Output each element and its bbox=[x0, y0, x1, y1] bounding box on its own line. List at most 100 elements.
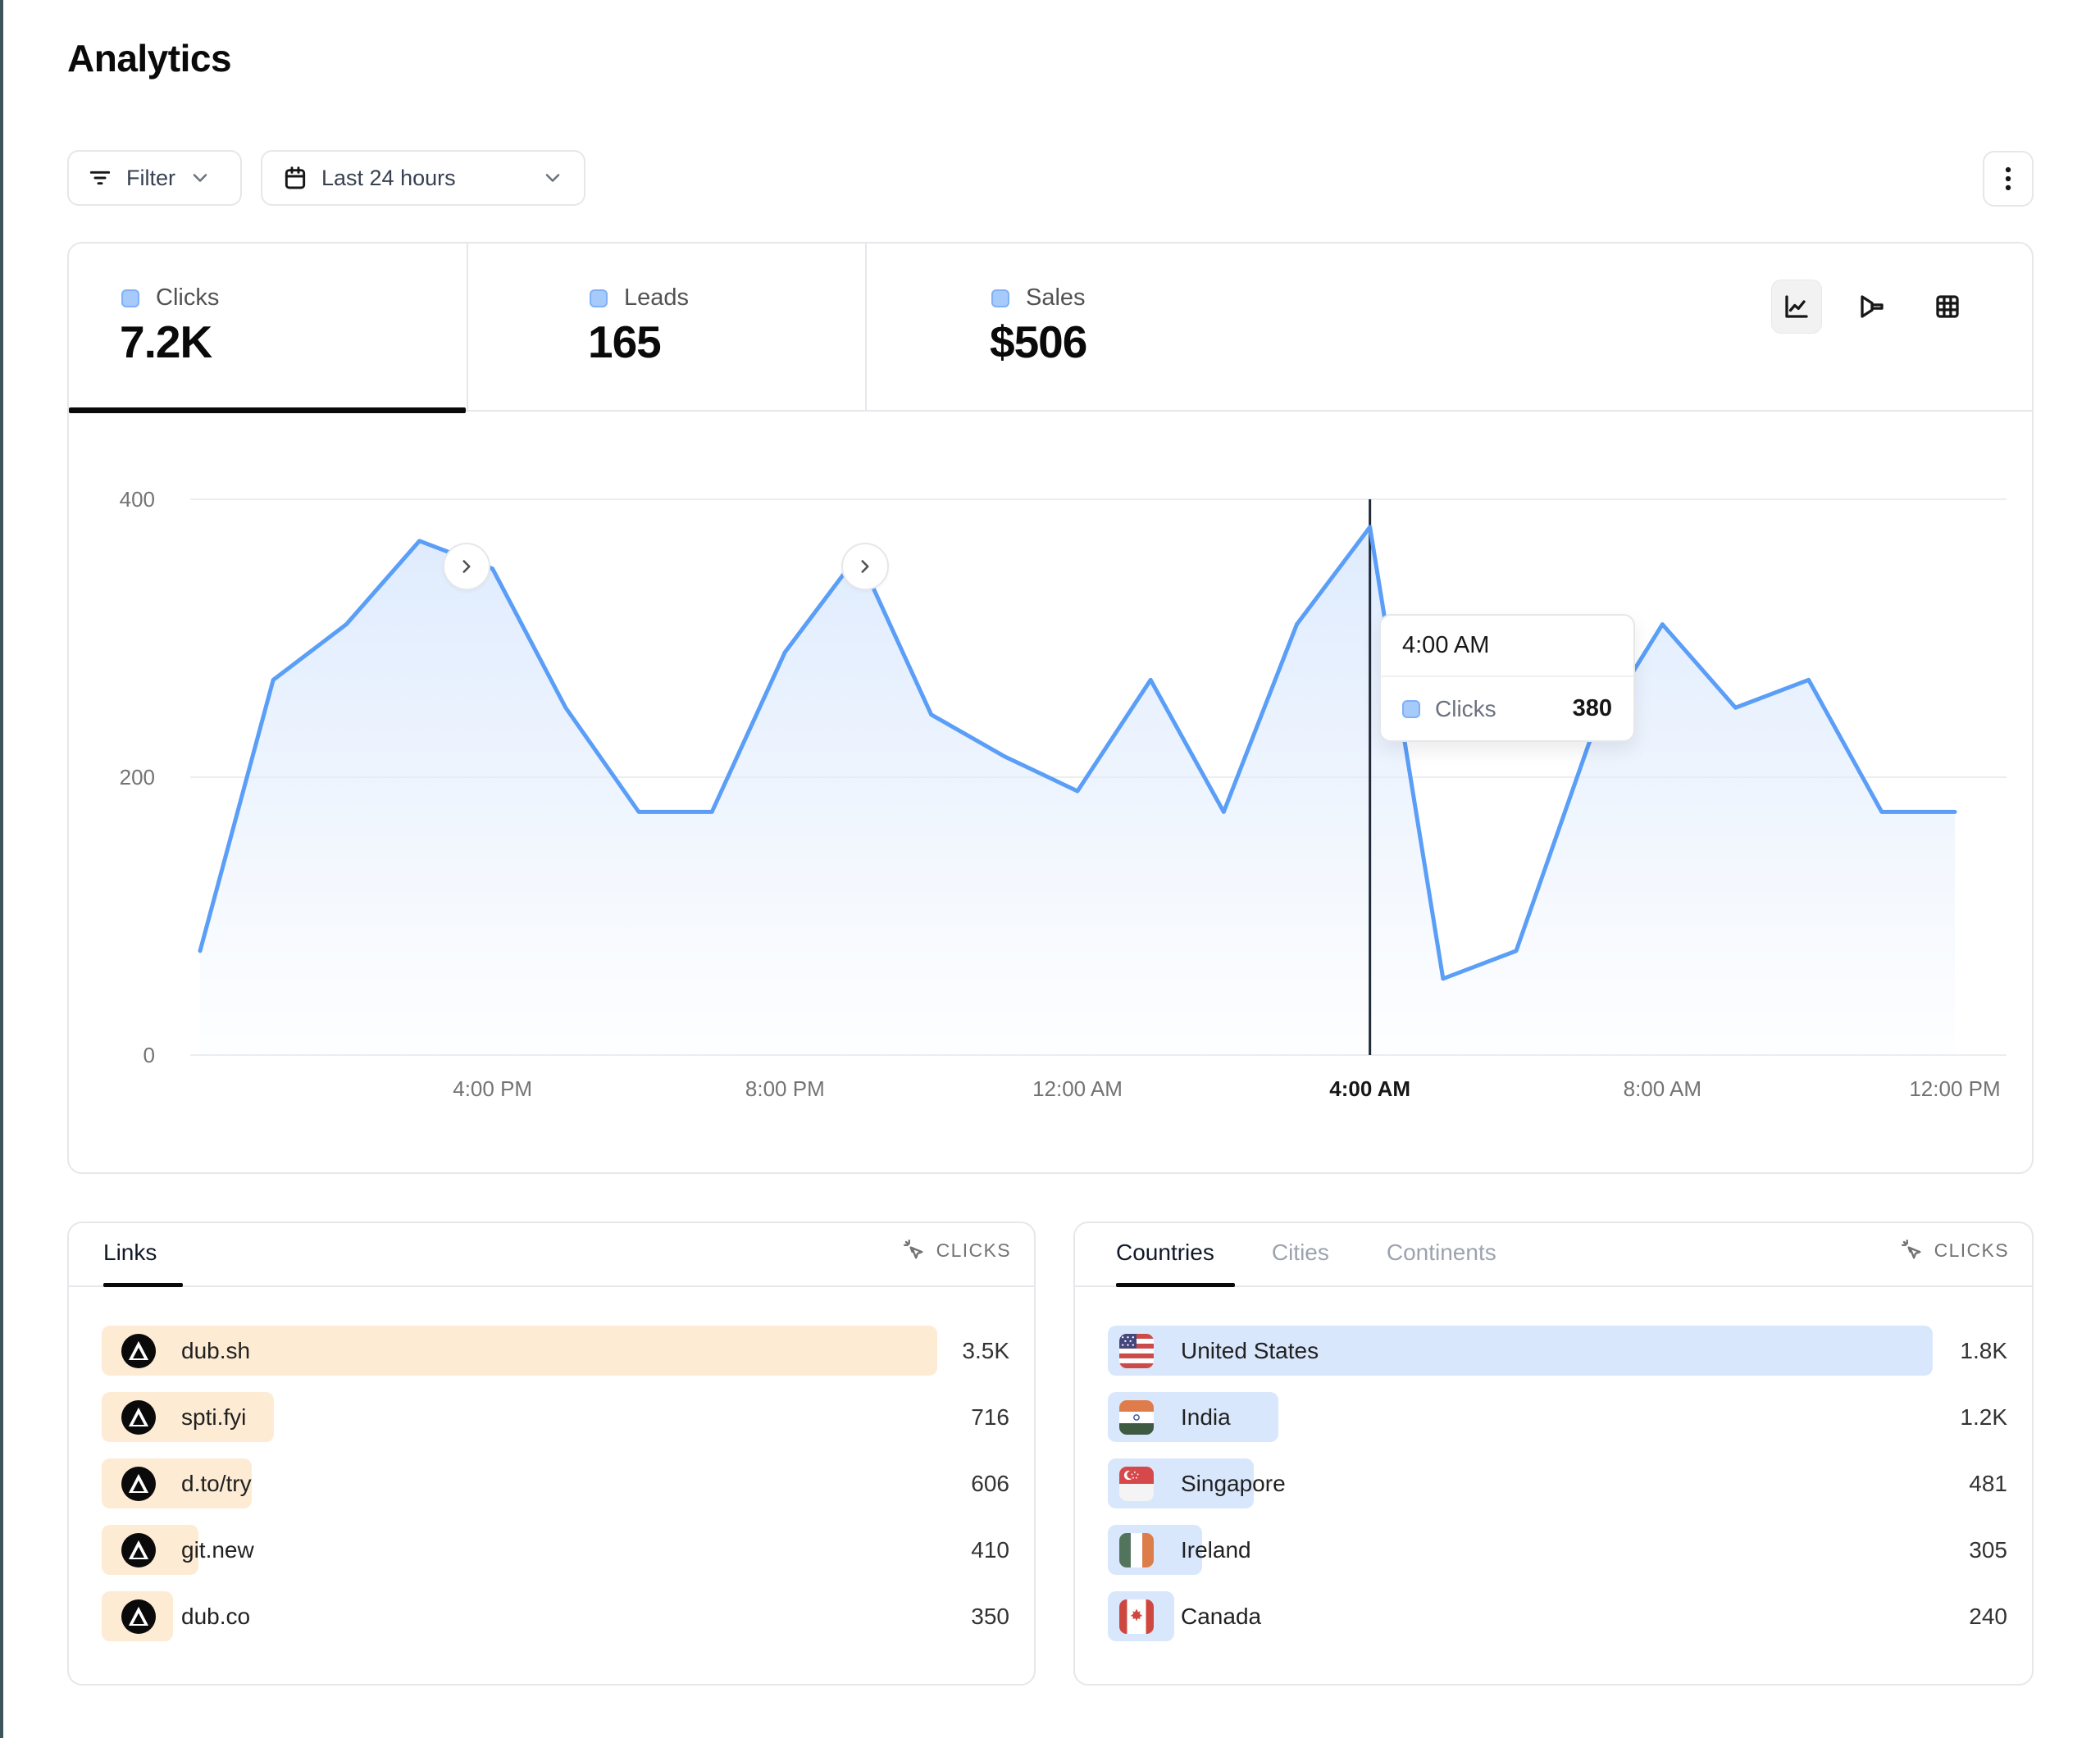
chevron-right-icon bbox=[854, 556, 876, 577]
leads-marker bbox=[590, 289, 608, 307]
tooltip-series-marker bbox=[1402, 700, 1420, 718]
row-value: 350 bbox=[971, 1604, 1009, 1630]
stat-tab-clicks[interactable]: Clicks 7.2K bbox=[69, 243, 466, 412]
row-value: 3.5K bbox=[962, 1338, 1009, 1364]
sales-marker bbox=[991, 289, 1009, 307]
list-item[interactable]: Canada 240 bbox=[1108, 1591, 2007, 1641]
list-item[interactable]: Ireland 305 bbox=[1108, 1525, 2007, 1575]
dub-logo-icon bbox=[121, 1334, 156, 1368]
row-value: 240 bbox=[1969, 1604, 2007, 1630]
y-axis-label: 400 bbox=[120, 487, 155, 512]
dub-logo-icon bbox=[121, 1400, 156, 1435]
table-mode-button[interactable] bbox=[1922, 280, 1973, 334]
countries-panel-header: Countries Cities Continents CLICKS bbox=[1075, 1223, 2032, 1287]
expand-clicks-button[interactable] bbox=[443, 543, 490, 590]
countries-panel: Countries Cities Continents CLICKS Unite… bbox=[1073, 1222, 2034, 1686]
more-options-button[interactable] bbox=[1983, 151, 2034, 207]
list-item[interactable]: git.new 410 bbox=[102, 1525, 1009, 1575]
cursor-click-icon bbox=[902, 1238, 927, 1263]
row-value: 606 bbox=[971, 1471, 1009, 1497]
row-value: 1.2K bbox=[1960, 1404, 2007, 1431]
chart-type-switcher bbox=[1771, 280, 1973, 334]
window-edge-strip bbox=[0, 0, 3, 1738]
tab-links[interactable]: Links bbox=[103, 1240, 157, 1266]
expand-leads-button[interactable] bbox=[841, 543, 889, 590]
analytics-card: Clicks 7.2K Leads 165 Sales $506 bbox=[67, 242, 2034, 1174]
links-panel: Links CLICKS dub.sh 3.5K spti.fyi716 d.to/t… bbox=[67, 1222, 1036, 1686]
stat-value: $506 bbox=[990, 316, 1086, 368]
y-axis-label: 0 bbox=[143, 1043, 155, 1067]
ca-flag-icon bbox=[1119, 1599, 1154, 1634]
countries-metric-toggle[interactable]: CLICKS bbox=[1900, 1238, 2009, 1263]
dub-logo-icon bbox=[121, 1467, 156, 1501]
links-panel-header: Links CLICKS bbox=[69, 1223, 1034, 1287]
dub-logo-icon bbox=[121, 1599, 156, 1634]
row-value: 716 bbox=[971, 1404, 1009, 1431]
x-axis-label: 4:00 PM bbox=[453, 1076, 532, 1101]
list-item[interactable]: d.to/try606 bbox=[102, 1458, 1009, 1508]
date-range-button[interactable]: Last 24 hours bbox=[261, 150, 585, 206]
links-metric-toggle[interactable]: CLICKS bbox=[902, 1238, 1011, 1263]
calendar-icon bbox=[282, 165, 308, 191]
tab-continents[interactable]: Continents bbox=[1387, 1240, 1496, 1266]
row-label: Canada bbox=[1181, 1604, 1261, 1630]
line-chart-icon bbox=[1782, 292, 1811, 321]
filter-button[interactable]: Filter bbox=[67, 150, 242, 206]
tab-cities[interactable]: Cities bbox=[1272, 1240, 1329, 1266]
chevron-down-icon bbox=[189, 166, 212, 189]
row-value: 305 bbox=[1969, 1537, 2007, 1563]
kebab-icon bbox=[1996, 165, 2020, 193]
stat-label: Sales bbox=[1026, 284, 1086, 312]
list-item[interactable]: spti.fyi716 bbox=[102, 1392, 1009, 1442]
cursor-click-icon bbox=[1900, 1238, 1925, 1263]
row-label: Singapore bbox=[1181, 1471, 1286, 1497]
chart-tooltip: 4:00 AM Clicks 380 bbox=[1379, 614, 1635, 742]
chevron-down-icon bbox=[541, 166, 564, 189]
stat-tab-leads[interactable]: Leads 165 bbox=[467, 243, 865, 412]
row-label: dub.sh bbox=[181, 1338, 250, 1364]
chevron-right-icon bbox=[456, 556, 477, 577]
x-axis-label: 8:00 AM bbox=[1624, 1076, 1701, 1101]
list-item[interactable]: India 1.2K bbox=[1108, 1392, 2007, 1442]
dub-logo-icon bbox=[121, 1533, 156, 1567]
active-tab-underline bbox=[69, 407, 466, 413]
clicks-marker bbox=[121, 289, 139, 307]
stat-label: Clicks bbox=[156, 284, 219, 312]
date-range-label: Last 24 hours bbox=[321, 166, 528, 191]
row-label: India bbox=[1181, 1404, 1231, 1431]
x-axis-label: 4:00 AM bbox=[1329, 1076, 1410, 1101]
ie-flag-icon bbox=[1119, 1533, 1154, 1567]
stats-row: Clicks 7.2K Leads 165 Sales $506 bbox=[69, 243, 2032, 412]
x-axis-label: 12:00 AM bbox=[1032, 1076, 1123, 1101]
x-axis-label: 8:00 PM bbox=[745, 1076, 825, 1101]
row-value: 481 bbox=[1969, 1471, 2007, 1497]
us-flag-icon bbox=[1119, 1334, 1154, 1368]
tooltip-time: 4:00 AM bbox=[1381, 616, 1633, 677]
countries-list: United States1.8K India 1.2K Singapore 481 Ir… bbox=[1108, 1326, 2007, 1658]
list-item[interactable]: dub.sh 3.5K bbox=[102, 1326, 1009, 1376]
clicks-area-chart[interactable]: 0 200 400 4:00 PM 8:00 PM 12:00 AM 4:00 AM 8:00… bbox=[69, 448, 2032, 1104]
row-label: United States bbox=[1181, 1338, 1319, 1364]
active-tab-underline bbox=[103, 1283, 183, 1287]
stat-tab-sales[interactable]: Sales $506 bbox=[867, 243, 1264, 412]
grid-icon bbox=[1933, 292, 1962, 321]
active-tab-underline bbox=[1116, 1283, 1235, 1287]
row-label: git.new bbox=[181, 1537, 254, 1563]
row-label: Ireland bbox=[1181, 1537, 1251, 1563]
row-label: dub.co bbox=[181, 1604, 250, 1630]
in-flag-icon bbox=[1119, 1400, 1154, 1435]
tab-countries[interactable]: Countries bbox=[1116, 1240, 1214, 1266]
funnel-icon bbox=[1857, 292, 1887, 321]
links-list: dub.sh 3.5K spti.fyi716 d.to/try606 git.new 4… bbox=[102, 1326, 1009, 1658]
list-item[interactable]: dub.co 350 bbox=[102, 1591, 1009, 1641]
funnel-mode-button[interactable] bbox=[1847, 280, 1897, 334]
x-axis-label: 12:00 PM bbox=[1909, 1076, 2000, 1101]
filter-label: Filter bbox=[126, 166, 175, 191]
line-chart-mode-button[interactable] bbox=[1771, 280, 1822, 334]
list-item[interactable]: Singapore 481 bbox=[1108, 1458, 2007, 1508]
list-item[interactable]: United States1.8K bbox=[1108, 1326, 2007, 1376]
tooltip-series-label: Clicks bbox=[1435, 696, 1558, 722]
row-value: 410 bbox=[971, 1537, 1009, 1563]
y-axis-label: 200 bbox=[120, 765, 155, 789]
metric-label: CLICKS bbox=[1934, 1240, 2009, 1262]
